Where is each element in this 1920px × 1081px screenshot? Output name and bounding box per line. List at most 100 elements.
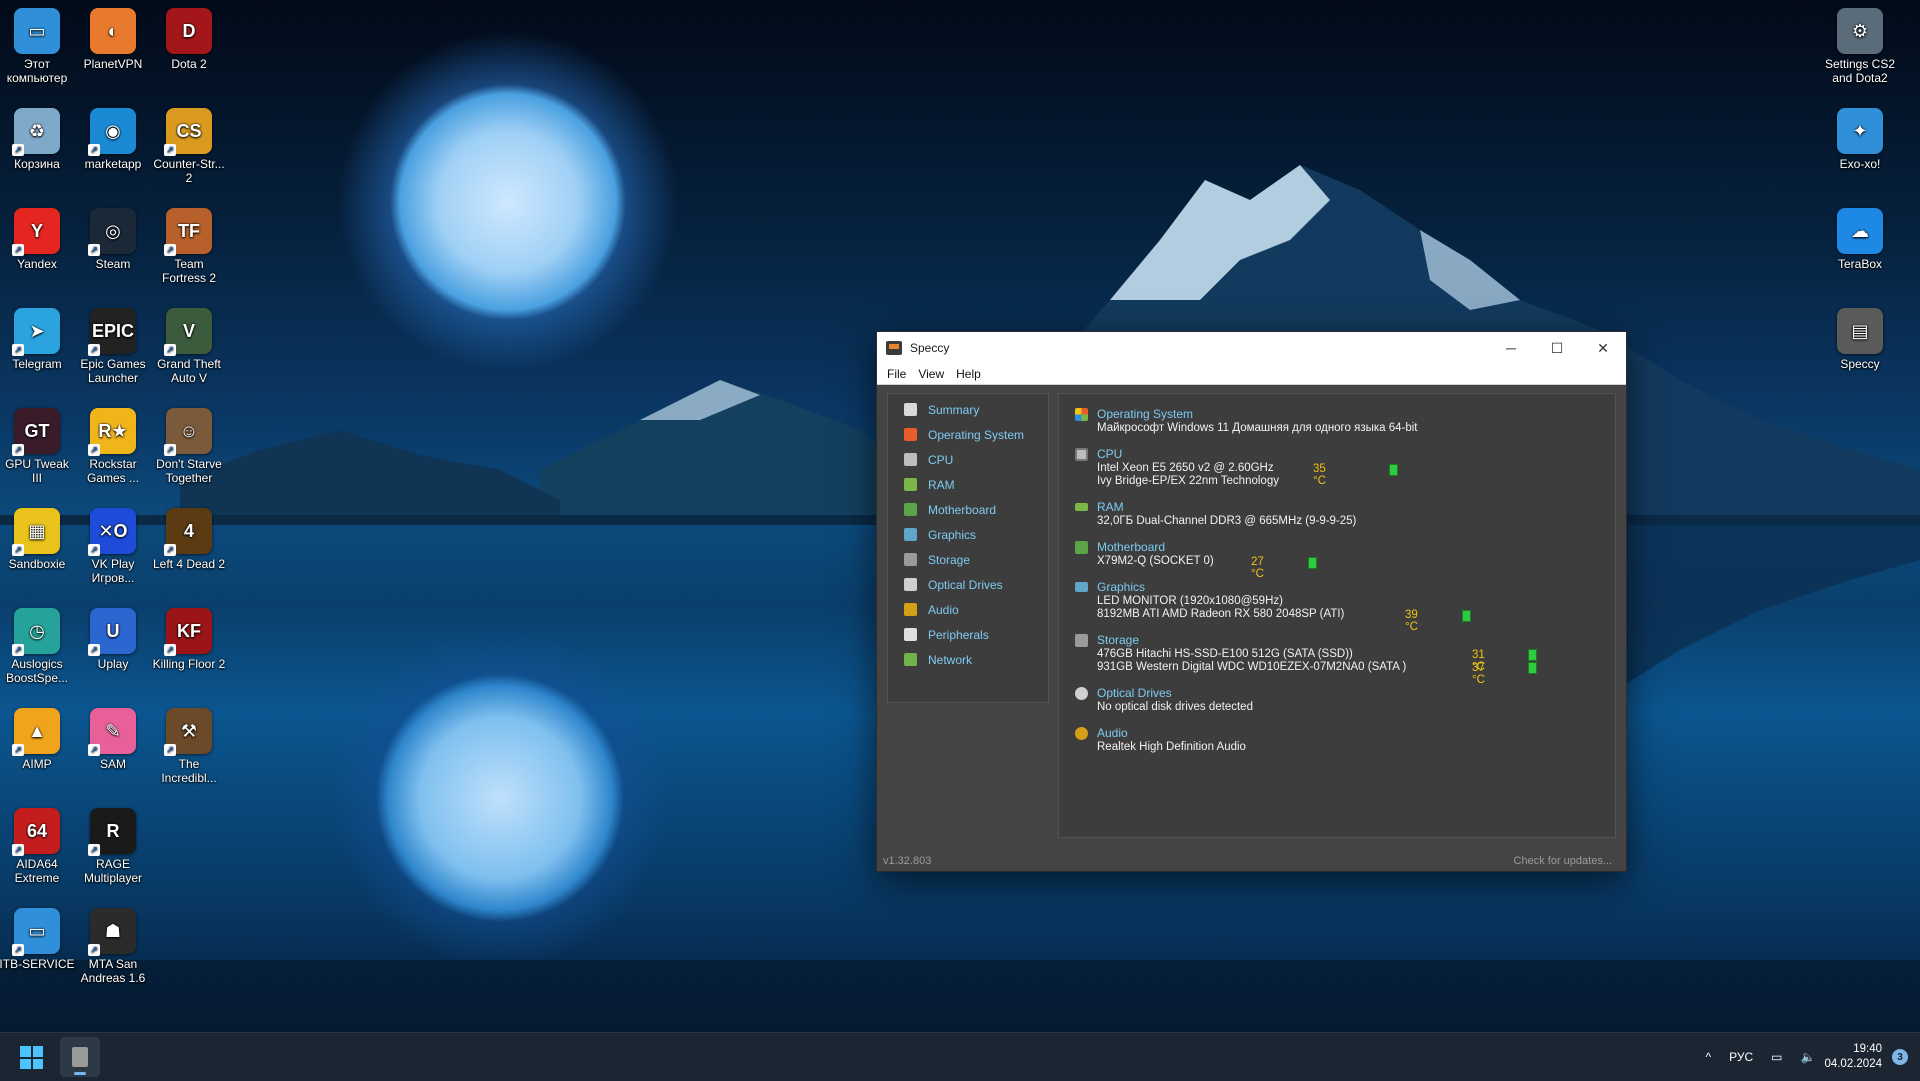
- desktop-icon-label: Grand Theft Auto V: [157, 357, 221, 385]
- desktop-icon[interactable]: ☺ ↗ Don't Starve Together: [151, 408, 227, 485]
- desktop-icon-label: Don't Starve Together: [156, 457, 222, 485]
- desktop-icon[interactable]: ▭ Этот компьютер: [0, 8, 75, 85]
- desktop-icon[interactable]: ◉ ↗ marketapp: [75, 108, 151, 171]
- language-indicator[interactable]: РУС: [1729, 1050, 1753, 1064]
- itb-service-icon: ▭ ↗: [12, 908, 60, 956]
- menu-help[interactable]: Help: [950, 367, 987, 381]
- desktop-icon[interactable]: V ↗ Grand Theft Auto V: [151, 308, 227, 385]
- summary-icon: [904, 403, 917, 416]
- volume-icon[interactable]: 🔈: [1800, 1050, 1815, 1064]
- shortcut-arrow-icon: ↗: [12, 944, 24, 956]
- notification-badge[interactable]: 3: [1892, 1049, 1908, 1065]
- aimp-icon: ▲ ↗: [12, 708, 60, 756]
- audio-value: Realtek High Definition Audio: [1097, 741, 1246, 753]
- desktop-icon[interactable]: R★ ↗ Rockstar Games ...: [75, 408, 151, 485]
- tf2-icon: TF ↗: [164, 208, 212, 256]
- sidebar-item-motherboard[interactable]: Motherboard: [888, 497, 1048, 522]
- desktop-icon[interactable]: ⚙ Settings CS2 and Dota2: [1822, 8, 1898, 85]
- storage-temperature-2: 37 °C: [1472, 662, 1485, 686]
- section-storage: Storage 476GB Hitachi HS-SSD-E100 512G (…: [1075, 632, 1537, 686]
- desktop-icon[interactable]: ▦ ↗ Sandboxie: [0, 508, 75, 571]
- sidebar-item-label: Graphics: [928, 527, 977, 542]
- title-bar[interactable]: Speccy ─ ☐ ✕: [877, 332, 1626, 364]
- sidebar-item-optical-drives[interactable]: Optical Drives: [888, 572, 1048, 597]
- start-button[interactable]: [20, 1046, 43, 1069]
- windows-logo-icon: [20, 1046, 31, 1057]
- speccy-window[interactable]: Speccy ─ ☐ ✕ File View Help Summary Opera…: [876, 331, 1627, 872]
- menu-file[interactable]: File: [881, 367, 912, 381]
- desktop-icon[interactable]: D Dota 2: [151, 8, 227, 71]
- sidebar-item-cpu[interactable]: CPU: [888, 447, 1048, 472]
- desktop-icon[interactable]: ☗ ↗ MTA San Andreas 1.6: [75, 908, 151, 985]
- desktop-icon[interactable]: ✦ Exo-xo!: [1822, 108, 1898, 171]
- menu-view[interactable]: View: [912, 367, 950, 381]
- gear-icon: ⚙: [1837, 8, 1883, 54]
- audio-title[interactable]: Audio: [1097, 726, 1128, 740]
- desktop-icon[interactable]: CS ↗ Counter-Str... 2: [151, 108, 227, 185]
- sidebar-item-label: RAM: [928, 477, 955, 492]
- desktop-icon[interactable]: ➤ ↗ Telegram: [0, 308, 75, 371]
- sidebar-item-audio[interactable]: Audio: [888, 597, 1048, 622]
- storage-drive-1: 476GB Hitachi HS-SSD-E100 512G (SATA (SS…: [1097, 648, 1353, 660]
- desktop-icon[interactable]: ✕O ↗ VK Play Игров...: [75, 508, 151, 585]
- desktop-icon[interactable]: EPIC ↗ Epic Games Launcher: [75, 308, 151, 385]
- desktop-icon-label: Left 4 Dead 2: [152, 557, 226, 571]
- desktop-icon[interactable]: ◷ ↗ Auslogics BoostSpe...: [0, 608, 75, 685]
- active-indicator: [74, 1072, 86, 1075]
- desktop-icon[interactable]: ♻ ↗ Корзина: [0, 108, 75, 171]
- network-icon[interactable]: ▭: [1771, 1050, 1782, 1064]
- shortcut-arrow-icon: ↗: [164, 544, 176, 556]
- minimize-button[interactable]: ─: [1488, 332, 1534, 364]
- desktop-icon-label: The Incredibl...: [161, 757, 217, 785]
- sidebar-item-summary[interactable]: Summary: [888, 397, 1048, 422]
- sidebar-item-operating-system[interactable]: Operating System: [888, 422, 1048, 447]
- sidebar-item-network[interactable]: Network: [888, 647, 1048, 672]
- sidebar-nav: Summary Operating System CPU RAM Motherboard…: [887, 393, 1049, 703]
- shortcut-arrow-icon: ↗: [12, 644, 24, 656]
- graphics-title[interactable]: Graphics: [1097, 580, 1145, 594]
- maximize-button[interactable]: ☐: [1534, 332, 1580, 364]
- desktop-icon[interactable]: ⚒ ↗ The Incredibl...: [151, 708, 227, 785]
- desktop-icon-label: PlanetVPN: [83, 57, 143, 71]
- desktop-icon[interactable]: ▭ ↗ ITB-SERVICE: [0, 908, 75, 971]
- check-updates-link[interactable]: Check for updates...: [1514, 855, 1612, 867]
- sidebar-item-ram[interactable]: RAM: [888, 472, 1048, 497]
- optical-title[interactable]: Optical Drives: [1097, 686, 1172, 700]
- desktop-icon[interactable]: ✎ ↗ SAM: [75, 708, 151, 771]
- desktop-icon[interactable]: U ↗ Uplay: [75, 608, 151, 671]
- desktop-icon[interactable]: TF ↗ Team Fortress 2: [151, 208, 227, 285]
- graphics-temperature: 39 °C: [1405, 609, 1418, 633]
- sidebar-item-graphics[interactable]: Graphics: [888, 522, 1048, 547]
- desktop-icon-label: SAM: [99, 757, 126, 771]
- clock[interactable]: 19:40 04.02.2024: [1824, 1042, 1882, 1072]
- cpu-title[interactable]: CPU: [1097, 447, 1122, 461]
- ram-title[interactable]: RAM: [1097, 500, 1124, 514]
- desktop-icon[interactable]: ◎ ↗ Steam: [75, 208, 151, 271]
- storage-title[interactable]: Storage: [1097, 633, 1139, 647]
- desktop-icon[interactable]: GT ↗ GPU Tweak III: [0, 408, 75, 485]
- os-title[interactable]: Operating System: [1097, 407, 1193, 421]
- motherboard-title[interactable]: Motherboard: [1097, 540, 1165, 554]
- section-motherboard: Motherboard X79M2-Q (SOCKET 0) 27 °C: [1075, 539, 1317, 580]
- desktop-icon[interactable]: 4 ↗ Left 4 Dead 2: [151, 508, 227, 571]
- desktop-icon[interactable]: Y ↗ Yandex: [0, 208, 75, 271]
- close-button[interactable]: ✕: [1580, 332, 1626, 364]
- ram-value: 32,0ГБ Dual-Channel DDR3 @ 665MHz (9-9-9…: [1097, 515, 1357, 527]
- close-icon: ✕: [1597, 339, 1609, 356]
- desktop-icon[interactable]: R ↗ RAGE Multiplayer: [75, 808, 151, 885]
- desktop-icon[interactable]: 64 ↗ AIDA64 Extreme: [0, 808, 75, 885]
- desktop-icon[interactable]: ◐ PlanetVPN: [75, 8, 151, 71]
- terabox-icon: ☁: [1837, 208, 1883, 254]
- gpu-tweak-icon: GT ↗: [12, 408, 60, 456]
- desktop-icon[interactable]: KF ↗ Killing Floor 2: [151, 608, 227, 671]
- sidebar-item-peripherals[interactable]: Peripherals: [888, 622, 1048, 647]
- sidebar-item-storage[interactable]: Storage: [888, 547, 1048, 572]
- taskbar-speccy-button[interactable]: [60, 1037, 100, 1077]
- chevron-up-icon[interactable]: ^: [1705, 1050, 1711, 1064]
- shortcut-arrow-icon: ↗: [12, 344, 24, 356]
- desktop-icon[interactable]: ☁ TeraBox: [1822, 208, 1898, 271]
- desktop-icon[interactable]: ▲ ↗ AIMP: [0, 708, 75, 771]
- desktop-icon-label: AIMP: [22, 757, 52, 771]
- shortcut-arrow-icon: ↗: [164, 744, 176, 756]
- desktop-icon[interactable]: ▤ Speccy: [1822, 308, 1898, 371]
